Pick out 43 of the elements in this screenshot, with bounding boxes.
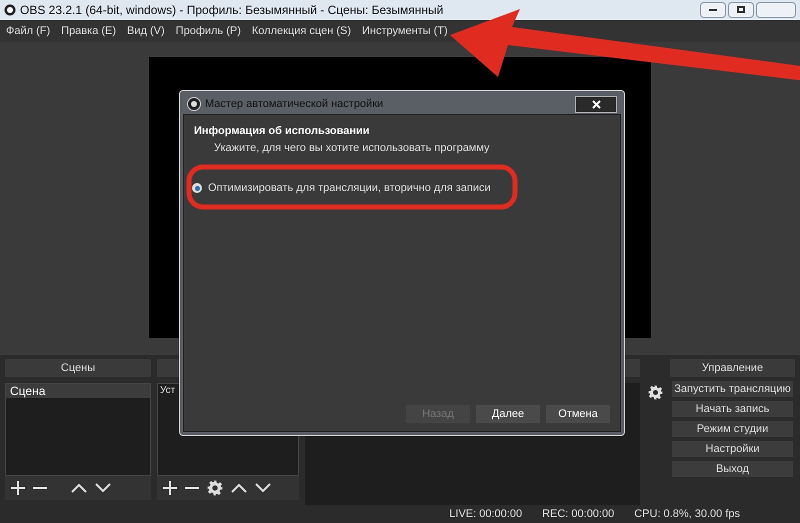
rec-timer: REC: 00:00:00 xyxy=(542,506,614,522)
panel-title: Управление xyxy=(702,360,764,376)
radio-option[interactable]: Оптимизировать для трансляции, вторично для записи xyxy=(192,180,610,196)
settings-icon[interactable] xyxy=(207,480,223,496)
close-icon xyxy=(592,100,600,108)
source-item[interactable]: Уст xyxy=(158,384,175,398)
menu-item[interactable]: Правка (E) xyxy=(61,22,116,40)
move-up-icon[interactable] xyxy=(231,483,247,494)
option-label: Оптимизировать для трансляции, вторично для записи xyxy=(208,181,491,196)
maximize-button[interactable] xyxy=(728,2,754,18)
dialog-subheading: Укажите, для чего вы хотите использовать программу xyxy=(213,140,491,156)
control-button[interactable]: Настройки xyxy=(672,441,793,458)
remove-icon[interactable] xyxy=(185,487,199,490)
add-icon[interactable] xyxy=(11,481,25,496)
move-down-icon[interactable] xyxy=(95,483,111,494)
dialog-heading: Информация об использовании xyxy=(194,124,371,139)
control-button[interactable]: Запустить трансляцию xyxy=(672,381,793,398)
panel-title: Сцены xyxy=(60,360,96,376)
menu-item[interactable]: Коллекция сцен (S) xyxy=(252,22,351,40)
move-up-icon[interactable] xyxy=(71,483,87,494)
menu-item[interactable]: Вид (V) xyxy=(127,22,165,40)
control-button[interactable]: Выход xyxy=(672,461,793,478)
radio-button[interactable] xyxy=(192,183,202,194)
menu-item[interactable]: Файл (F) xyxy=(6,22,50,40)
app-logo-icon xyxy=(187,97,201,111)
cpu-status: CPU: 0.8%, 30.00 fps xyxy=(634,506,740,522)
dialog-title: Мастер автоматической настройки xyxy=(205,96,384,112)
remove-icon[interactable] xyxy=(33,487,47,490)
menu-item[interactable]: Инструменты (T) xyxy=(362,22,448,40)
control-button[interactable]: Режим студии xyxy=(672,421,793,438)
dialog-button[interactable]: Отмена xyxy=(546,405,610,423)
add-icon[interactable] xyxy=(163,481,177,496)
settings-icon[interactable] xyxy=(648,385,662,400)
move-down-icon[interactable] xyxy=(255,483,271,494)
scene-item[interactable]: Сцена xyxy=(6,384,150,398)
menu-item[interactable]: Профиль (P) xyxy=(176,22,241,40)
window-title: OBS 23.2.1 (64-bit, windows) - Профиль: Безымянный - Сцены: Безымянный xyxy=(20,2,444,19)
app-logo-icon xyxy=(4,4,16,16)
minimize-button[interactable] xyxy=(700,2,726,18)
control-button[interactable]: Начать запись xyxy=(672,401,793,418)
dialog-button[interactable]: Далее xyxy=(476,405,540,423)
live-timer: LIVE: 00:00:00 xyxy=(449,506,522,522)
dialog-close-button[interactable] xyxy=(575,96,617,112)
